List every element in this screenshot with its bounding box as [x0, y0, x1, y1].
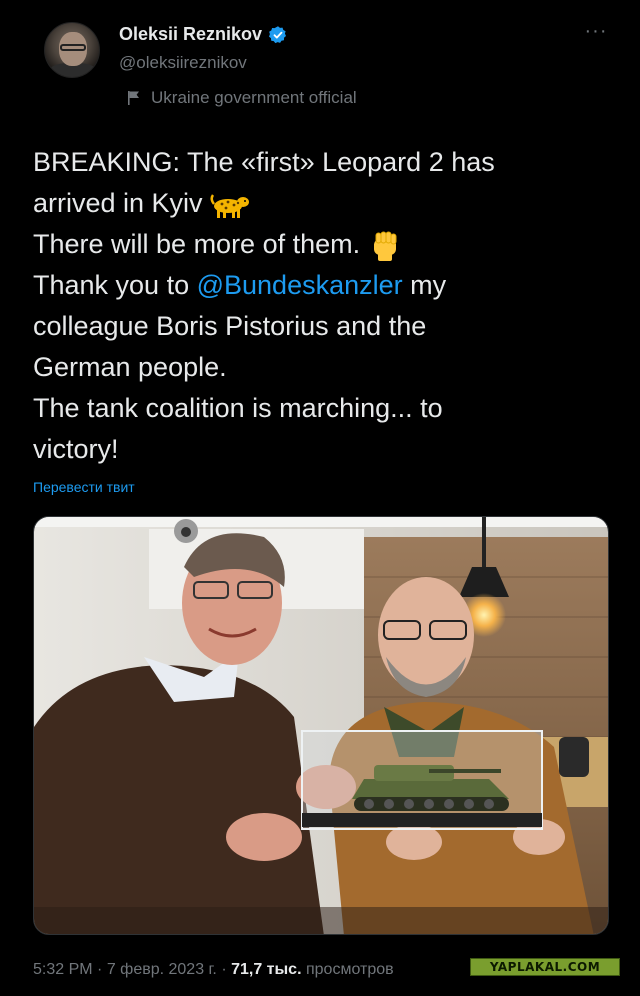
user-handle[interactable]: @oleksiireznikov: [119, 53, 247, 73]
display-name[interactable]: Oleksii Reznikov: [119, 24, 262, 45]
tweet-text: BREAKING: The «first» Leopard 2 has arri…: [33, 142, 613, 470]
tweet-line-4-pre: Thank you to: [33, 270, 197, 300]
more-options-icon[interactable]: ···: [582, 21, 610, 44]
raised-fist-icon: [373, 231, 397, 261]
tweet-line-2-text: arrived in Kyiv: [33, 188, 203, 218]
tweet-line-2: arrived in Kyiv: [33, 183, 613, 224]
leopard-icon: [210, 194, 250, 218]
views-label: просмотров: [301, 961, 394, 978]
mention-link[interactable]: @Bundeskanzler: [197, 270, 403, 300]
meta-separator: ·: [92, 961, 107, 978]
tweet-line-1: BREAKING: The «first» Leopard 2 has: [33, 147, 495, 177]
meta-separator: ·: [216, 961, 232, 978]
tweet-photo[interactable]: [33, 516, 609, 935]
views-count: 71,7 тыс.: [231, 961, 302, 978]
tweet-time[interactable]: 5:32 PM: [33, 961, 93, 978]
tweet-line-3: There will be more of them.: [33, 224, 613, 265]
tweet-line-4-post: my: [402, 270, 447, 300]
tweet-line-8: victory!: [33, 434, 119, 464]
tweet-meta: 5:32 PM · 7 февр. 2023 г. · 71,7 тыс. пр…: [33, 961, 394, 979]
tweet-line-6: German people.: [33, 352, 227, 382]
translate-tweet-link[interactable]: Перевести твит: [33, 479, 135, 495]
tweet-line-3-text: There will be more of them.: [33, 229, 361, 259]
affiliation-label: Ukraine government official: [127, 88, 357, 108]
watermark: YAPLAKAL.COM: [470, 958, 620, 976]
tweet-header: Oleksii Reznikov @oleksiireznikov Ukrain…: [0, 0, 640, 120]
avatar[interactable]: [44, 22, 100, 78]
tweet-line-5: colleague Boris Pistorius and the: [33, 311, 427, 341]
affiliation-text: Ukraine government official: [151, 88, 357, 107]
name-row: Oleksii Reznikov: [119, 24, 288, 45]
flag-icon: [128, 91, 139, 105]
tweet-line-7: The tank coalition is marching... to: [33, 393, 443, 423]
verified-badge-icon: [269, 25, 287, 43]
tweet-line-4: Thank you to @Bundeskanzler my: [33, 265, 613, 306]
tweet-date[interactable]: 7 февр. 2023 г.: [107, 961, 217, 978]
photo-illustration: [34, 517, 608, 934]
